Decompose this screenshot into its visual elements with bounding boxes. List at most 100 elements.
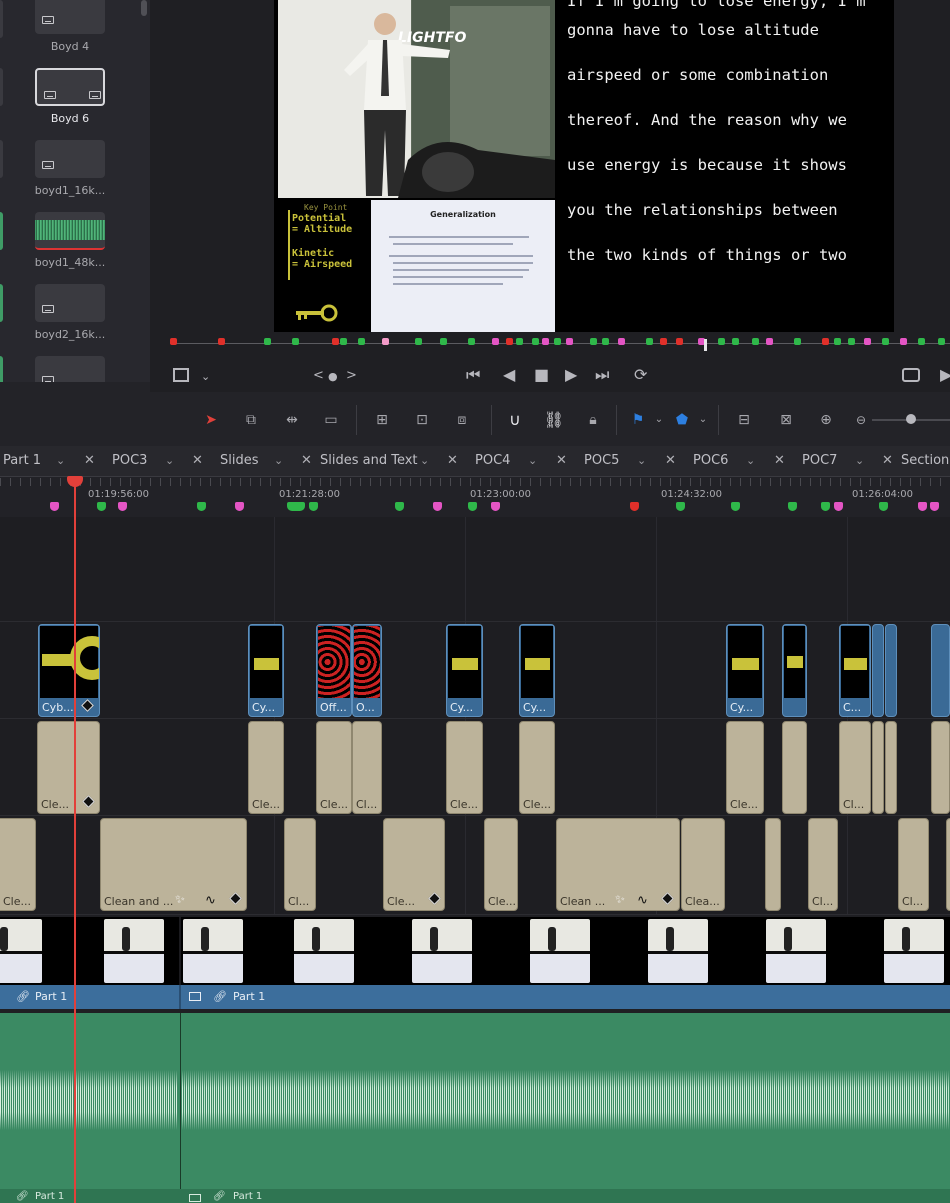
- tab-poc4[interactable]: POC4: [475, 446, 510, 476]
- linked-selection-icon[interactable]: ⛓: [543, 410, 565, 430]
- viewer-mode-icon[interactable]: [173, 368, 189, 382]
- scrubber-marker[interactable]: [718, 338, 725, 345]
- title-clip[interactable]: Clea...: [681, 818, 725, 911]
- close-tab-icon[interactable]: ✕: [84, 446, 95, 476]
- tab-poc3[interactable]: POC3: [112, 446, 147, 476]
- fusion-clip[interactable]: [872, 624, 884, 717]
- timeline-marker[interactable]: [731, 502, 740, 511]
- scrubber-marker[interactable]: [752, 338, 759, 345]
- loop-icon[interactable]: ⟳: [634, 367, 647, 383]
- title-clip[interactable]: Cle...: [484, 818, 518, 911]
- title-clip[interactable]: Cl...: [284, 818, 316, 911]
- scrubber-marker[interactable]: [170, 338, 177, 345]
- scrubber-marker[interactable]: [440, 338, 447, 345]
- title-clip[interactable]: Cle...: [316, 721, 352, 814]
- tab-section[interactable]: Section: [901, 446, 949, 476]
- scrubber-marker[interactable]: [506, 338, 513, 345]
- snapping-icon[interactable]: ∪: [504, 410, 526, 430]
- trim-tool-icon[interactable]: ⧉: [240, 410, 262, 430]
- close-tab-icon[interactable]: ✕: [301, 446, 312, 476]
- title-clip[interactable]: [885, 721, 897, 814]
- go-to-end-icon[interactable]: ⏭: [595, 367, 609, 383]
- pool-thumb-boyd2-16k[interactable]: [35, 284, 105, 322]
- chevron-down-icon[interactable]: ⌄: [692, 410, 714, 430]
- insert-clip-icon[interactable]: ⊞: [371, 410, 393, 430]
- scrubber-marker[interactable]: [218, 338, 225, 345]
- title-clip[interactable]: Cle...: [37, 721, 100, 814]
- fusion-clip[interactable]: [782, 624, 807, 717]
- title-clip[interactable]: [782, 721, 807, 814]
- chevron-down-icon[interactable]: ⌄: [637, 446, 646, 476]
- pool-thumb-boyd6[interactable]: [35, 68, 105, 106]
- scrubber-marker[interactable]: [566, 338, 573, 345]
- fusion-clip[interactable]: [931, 624, 950, 717]
- scrubber-marker[interactable]: [382, 338, 389, 345]
- title-clip[interactable]: Cle...: [519, 721, 555, 814]
- fusion-clip[interactable]: Off...: [316, 624, 352, 717]
- scrubber-playhead[interactable]: [704, 339, 707, 351]
- prev-marker-button[interactable]: <: [313, 368, 324, 384]
- fusion-clip[interactable]: Cy...: [248, 624, 284, 717]
- scrubber-marker[interactable]: [882, 338, 889, 345]
- scrubber-marker[interactable]: [415, 338, 422, 345]
- selection-tool-icon[interactable]: ➤: [200, 410, 222, 430]
- timeline-marker[interactable]: [821, 502, 830, 511]
- title-clip[interactable]: Clean and ... ✨︎ ∿: [100, 818, 247, 911]
- video-clip-namebar[interactable]: [0, 985, 950, 1009]
- fusion-clip[interactable]: [885, 624, 897, 717]
- scrubber-marker[interactable]: [590, 338, 597, 345]
- title-clip[interactable]: Cle...: [0, 818, 36, 911]
- chevron-down-icon[interactable]: ⌄: [420, 446, 429, 476]
- go-to-start-icon[interactable]: ⏮: [466, 367, 480, 383]
- title-clip[interactable]: [872, 721, 884, 814]
- scrubber-marker[interactable]: [264, 338, 271, 345]
- timeline-marker[interactable]: [118, 502, 127, 511]
- overwrite-clip-icon[interactable]: ⊡: [411, 410, 433, 430]
- zoom-detail-icon[interactable]: ⊠: [775, 410, 797, 430]
- timeline-marker[interactable]: [630, 502, 639, 511]
- close-tab-icon[interactable]: ✕: [447, 446, 458, 476]
- tab-poc5[interactable]: POC5: [584, 446, 619, 476]
- title-clip[interactable]: [931, 721, 950, 814]
- scrubber-marker[interactable]: [834, 338, 841, 345]
- flag-icon[interactable]: ⚑: [627, 410, 649, 430]
- timeline-marker[interactable]: [235, 502, 244, 511]
- scrubber-marker[interactable]: [532, 338, 539, 345]
- audio-clip-namebar[interactable]: [0, 1189, 950, 1203]
- title-clip[interactable]: Clean ... ✨︎ ∿: [556, 818, 680, 911]
- timeline-marker[interactable]: [50, 502, 59, 511]
- chevron-down-icon[interactable]: ⌄: [746, 446, 755, 476]
- marker-dot[interactable]: ●: [328, 369, 338, 385]
- scrubber-marker[interactable]: [602, 338, 609, 345]
- timeline-marker[interactable]: [930, 502, 939, 511]
- title-clip[interactable]: Cl...: [898, 818, 929, 911]
- position-lock-icon[interactable]: 🔒︎: [582, 410, 604, 430]
- scrubber-marker[interactable]: [848, 338, 855, 345]
- zoom-full-icon[interactable]: ⊟: [733, 410, 755, 430]
- timeline-marker[interactable]: [879, 502, 888, 511]
- pool-thumb-boyd4[interactable]: [35, 0, 105, 34]
- marker-icon[interactable]: ⬟: [671, 410, 693, 430]
- scrubber-marker[interactable]: [938, 338, 945, 345]
- fusion-clip[interactable]: Cy...: [519, 624, 555, 717]
- play-reverse-icon[interactable]: ◀: [503, 367, 515, 383]
- scrubber-marker[interactable]: [918, 338, 925, 345]
- scrubber-marker[interactable]: [332, 338, 339, 345]
- scrubber-marker[interactable]: [794, 338, 801, 345]
- zoom-slider-handle[interactable]: [906, 414, 916, 424]
- timeline-marker[interactable]: [197, 502, 206, 511]
- chevron-down-icon[interactable]: ⌄: [855, 446, 864, 476]
- timeline-marker[interactable]: [309, 502, 318, 511]
- media-pool-scrollbar[interactable]: [141, 0, 147, 16]
- fusion-clip[interactable]: Cyb...: [38, 624, 100, 717]
- close-tab-icon[interactable]: ✕: [665, 446, 676, 476]
- timeline-marker[interactable]: [433, 502, 442, 511]
- timeline-marker[interactable]: [97, 502, 106, 511]
- fusion-clip[interactable]: C...: [839, 624, 871, 717]
- title-clip[interactable]: Cl...: [839, 721, 871, 814]
- dynamic-trim-icon[interactable]: ⇹: [281, 410, 303, 430]
- zoom-custom-icon[interactable]: ⊕: [815, 410, 837, 430]
- timeline-marker[interactable]: [834, 502, 843, 511]
- tab-slides[interactable]: Slides: [220, 446, 259, 476]
- pool-thumb-boyd1-16k[interactable]: [35, 140, 105, 178]
